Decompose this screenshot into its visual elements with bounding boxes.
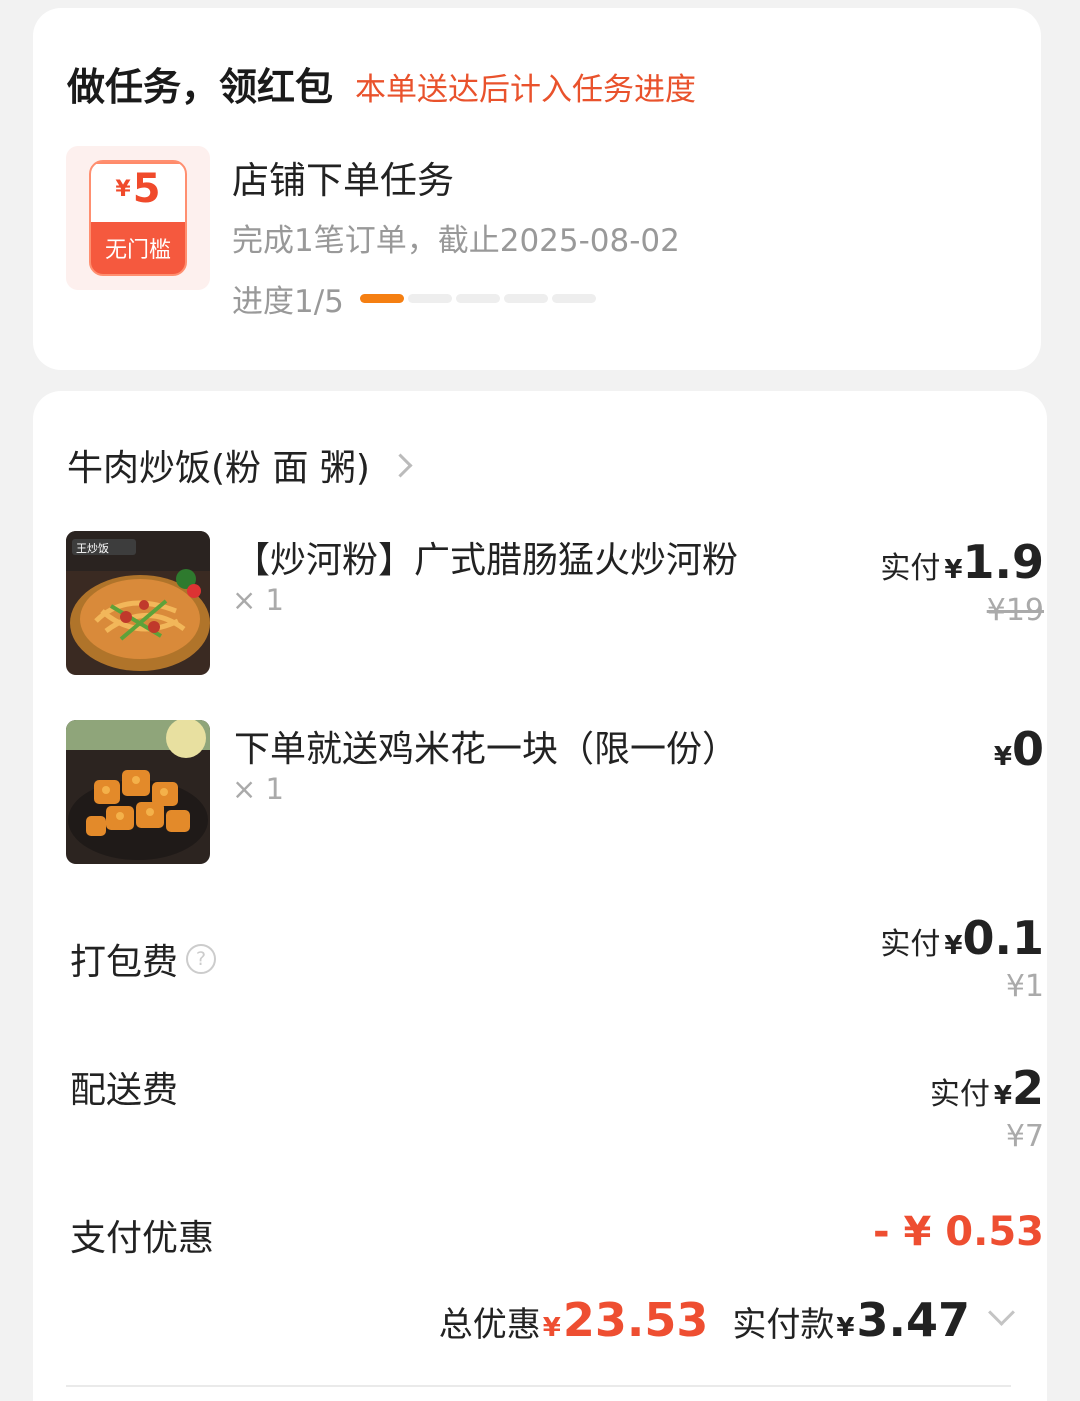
original-price: ¥1 <box>1005 969 1044 1004</box>
progress-label: 进度1/5 <box>232 284 344 320</box>
pay-prefix: 实付 <box>929 1077 990 1112</box>
delivery-fee-label: 配送费 <box>70 1070 179 1111</box>
item-thumbnail <box>66 720 210 864</box>
task-header: 做任务，领红包 本单送达后计入任务进度 <box>67 56 696 111</box>
divider <box>66 1385 1011 1387</box>
original-price: ¥19 <box>986 593 1044 628</box>
currency-symbol: ¥ <box>944 555 963 585</box>
payment-discount-label: 支付优惠 <box>70 1218 215 1259</box>
packing-fee-price: 实付 ¥0.1 ¥1 <box>880 911 1044 1004</box>
order-item[interactable]: 王炒饭 【炒河粉】广式腊肠猛火炒河粉 × 1 实付 ¥1.9 ¥19 <box>66 531 1044 677</box>
coupon-icon: ¥5 无门槛 <box>66 146 210 290</box>
item-quantity: × 1 <box>232 772 284 806</box>
item-name: 下单就送鸡米花一块（限一份） <box>234 729 739 770</box>
pay-prefix: 实付 <box>880 927 941 962</box>
coupon-amount: ¥5 <box>91 166 185 212</box>
progress-segment <box>455 294 500 303</box>
item-name: 【炒河粉】广式腊肠猛火炒河粉 <box>234 540 739 581</box>
coupon-value: 5 <box>132 166 161 212</box>
pay-prefix: 实付 <box>880 551 941 586</box>
paid-price: 实付 ¥1.9 <box>880 535 1044 589</box>
task-note: 本单送达后计入任务进度 <box>355 72 697 108</box>
currency-symbol: ¥ <box>993 742 1012 772</box>
task-card: 做任务，领红包 本单送达后计入任务进度 ¥5 无门槛 店铺下单任务 完成1笔订单… <box>33 8 1041 370</box>
paid-price: 实付 ¥2 <box>930 1061 1044 1115</box>
order-summary[interactable]: 总优惠 ¥ 23.53 实付款 ¥ 3.47 <box>438 1293 1015 1347</box>
chevron-right-icon <box>388 452 413 478</box>
paid-amount-label: 实付款 <box>732 1305 835 1345</box>
progress-segment <box>551 294 596 303</box>
task-description: 完成1笔订单，截止2025-08-02 <box>232 223 680 259</box>
fee-label-text: 打包费 <box>70 942 179 983</box>
question-circle-icon[interactable]: ? <box>186 944 217 974</box>
paid-price: ¥0 <box>990 722 1044 776</box>
progress-segment <box>503 294 548 303</box>
item-thumbnail: 王炒饭 <box>66 531 210 675</box>
original-price: ¥7 <box>1005 1119 1044 1154</box>
order-item[interactable]: 下单就送鸡米花一块（限一份） × 1 ¥0 <box>66 720 1044 866</box>
order-card: 牛肉炒饭(粉 面 粥) 王炒饭 【炒河粉】广式腊肠猛火炒河粉 × 1 实付 ¥1… <box>33 391 1047 1401</box>
task-name: 店铺下单任务 <box>232 159 454 202</box>
price-value: 2 <box>1011 1061 1044 1115</box>
total-discount-label: 总优惠 <box>438 1305 541 1345</box>
shop-name: 牛肉炒饭(粉 面 粥) <box>67 448 370 489</box>
total-discount-currency: ¥ <box>542 1313 561 1343</box>
payment-discount-value: - ¥ 0.53 <box>873 1209 1044 1255</box>
item-price: ¥0 <box>990 722 1044 776</box>
chevron-down-icon[interactable] <box>988 1299 1015 1326</box>
progress-bar <box>359 294 596 303</box>
paid-amount-currency: ¥ <box>836 1313 855 1343</box>
task-progress: 进度1/5 <box>232 276 596 321</box>
price-value: 0.1 <box>962 911 1045 965</box>
currency-symbol: ¥ <box>993 1081 1012 1111</box>
item-price: 实付 ¥1.9 ¥19 <box>880 535 1044 628</box>
total-discount-value: 23.53 <box>562 1293 709 1347</box>
coupon-label: 无门槛 <box>104 238 171 263</box>
paid-amount-value: 3.47 <box>856 1293 971 1347</box>
paid-price: 实付 ¥0.1 <box>880 911 1044 965</box>
progress-segment <box>407 294 452 303</box>
item-quantity: × 1 <box>232 583 284 617</box>
price-value: 1.9 <box>962 535 1045 589</box>
coupon-currency: ¥ <box>115 177 131 202</box>
price-value: 0 <box>1011 722 1044 776</box>
currency-symbol: ¥ <box>944 931 963 961</box>
shop-link[interactable]: 牛肉炒饭(粉 面 粥) <box>67 439 413 491</box>
task-title: 做任务，领红包 <box>67 65 334 109</box>
svg-text:王炒饭: 王炒饭 <box>76 542 109 555</box>
progress-segment <box>359 294 404 303</box>
packing-fee-label: 打包费 ? <box>70 933 217 985</box>
delivery-fee-price: 实付 ¥2 ¥7 <box>930 1061 1044 1154</box>
red-packet-coupon: ¥5 无门槛 <box>89 160 187 276</box>
